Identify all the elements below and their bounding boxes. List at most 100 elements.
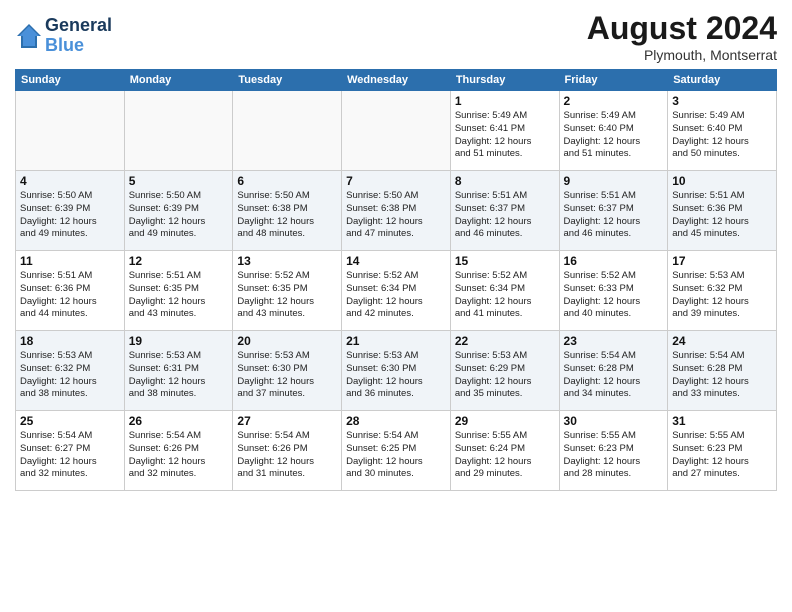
- day-number: 12: [129, 254, 229, 268]
- day-info: Sunrise: 5:52 AMSunset: 6:35 PMDaylight:…: [237, 270, 337, 321]
- calendar-cell: 22Sunrise: 5:53 AMSunset: 6:29 PMDayligh…: [450, 331, 559, 411]
- logo-line2: Blue: [45, 36, 112, 56]
- day-number: 27: [237, 414, 337, 428]
- day-info: Sunrise: 5:49 AMSunset: 6:40 PMDaylight:…: [672, 110, 772, 161]
- calendar-cell: 13 Sunrise: 5:52 AMSunset: 6:35 PMDayligh…: [233, 251, 342, 331]
- calendar-cell: [16, 91, 125, 171]
- day-number: 7: [346, 174, 446, 188]
- calendar-table: SundayMondayTuesdayWednesdayThursdayFrid…: [15, 69, 777, 491]
- calendar-cell: 8 Sunrise: 5:51 AMSunset: 6:37 PMDaylight…: [450, 171, 559, 251]
- day-number: 6: [237, 174, 337, 188]
- col-header-wednesday: Wednesday: [342, 70, 451, 91]
- day-number: 8: [455, 174, 555, 188]
- header: General Blue August 2024 Plymouth, Monts…: [15, 10, 777, 63]
- calendar-cell: 2 Sunrise: 5:49 AMSunset: 6:40 PMDaylight…: [559, 91, 668, 171]
- day-number: 24: [672, 334, 772, 348]
- location-subtitle: Plymouth, Montserrat: [587, 47, 777, 63]
- day-info: Sunrise: 5:54 AMSunset: 6:28 PMDaylight:…: [564, 350, 664, 401]
- calendar-cell: 28 Sunrise: 5:54 AMSunset: 6:25 PMDayligh…: [342, 411, 451, 491]
- day-info: Sunrise: 5:51 AMSunset: 6:37 PMDaylight:…: [564, 190, 664, 241]
- day-info: Sunrise: 5:53 AMSunset: 6:30 PMDaylight:…: [346, 350, 446, 401]
- calendar-cell: [342, 91, 451, 171]
- day-info: Sunrise: 5:55 AMSunset: 6:23 PMDaylight:…: [672, 430, 772, 481]
- calendar-cell: 20 Sunrise: 5:53 AMSunset: 6:30 PMDayligh…: [233, 331, 342, 411]
- calendar-cell: 18 Sunrise: 5:53 AMSunset: 6:32 PMDayligh…: [16, 331, 125, 411]
- calendar-cell: 23 Sunrise: 5:54 AMSunset: 6:28 PMDayligh…: [559, 331, 668, 411]
- col-header-saturday: Saturday: [668, 70, 777, 91]
- logo-line1: General: [45, 16, 112, 36]
- day-number: 13: [237, 254, 337, 268]
- day-number: 20: [237, 334, 337, 348]
- day-info: Sunrise: 5:52 AMSunset: 6:33 PMDaylight:…: [564, 270, 664, 321]
- calendar-cell: 30Sunrise: 5:55 AMSunset: 6:23 PMDayligh…: [559, 411, 668, 491]
- calendar-cell: [124, 91, 233, 171]
- day-info: Sunrise: 5:52 AMSunset: 6:34 PMDaylight:…: [346, 270, 446, 321]
- calendar-week-row: 18 Sunrise: 5:53 AMSunset: 6:32 PMDayligh…: [16, 331, 777, 411]
- day-info: Sunrise: 5:49 AMSunset: 6:40 PMDaylight:…: [564, 110, 664, 161]
- calendar-cell: 15 Sunrise: 5:52 AMSunset: 6:34 PMDayligh…: [450, 251, 559, 331]
- col-header-monday: Monday: [124, 70, 233, 91]
- day-info: Sunrise: 5:51 AMSunset: 6:36 PMDaylight:…: [672, 190, 772, 241]
- day-info: Sunrise: 5:53 AMSunset: 6:30 PMDaylight:…: [237, 350, 337, 401]
- calendar-cell: 21 Sunrise: 5:53 AMSunset: 6:30 PMDayligh…: [342, 331, 451, 411]
- calendar-cell: 6Sunrise: 5:50 AMSunset: 6:38 PMDaylight…: [233, 171, 342, 251]
- day-number: 26: [129, 414, 229, 428]
- day-info: Sunrise: 5:54 AMSunset: 6:26 PMDaylight:…: [129, 430, 229, 481]
- calendar-cell: 14 Sunrise: 5:52 AMSunset: 6:34 PMDayligh…: [342, 251, 451, 331]
- day-number: 17: [672, 254, 772, 268]
- day-number: 9: [564, 174, 664, 188]
- day-info: Sunrise: 5:55 AMSunset: 6:23 PMDaylight:…: [564, 430, 664, 481]
- day-info: Sunrise: 5:49 AMSunset: 6:41 PMDaylight:…: [455, 110, 555, 161]
- calendar-header-row: SundayMondayTuesdayWednesdayThursdayFrid…: [16, 70, 777, 91]
- calendar-cell: 5 Sunrise: 5:50 AMSunset: 6:39 PMDaylight…: [124, 171, 233, 251]
- day-number: 22: [455, 334, 555, 348]
- calendar-week-row: 11Sunrise: 5:51 AMSunset: 6:36 PMDayligh…: [16, 251, 777, 331]
- day-number: 31: [672, 414, 772, 428]
- day-info: Sunrise: 5:51 AMSunset: 6:37 PMDaylight:…: [455, 190, 555, 241]
- calendar-cell: 3Sunrise: 5:49 AMSunset: 6:40 PMDaylight…: [668, 91, 777, 171]
- day-number: 25: [20, 414, 120, 428]
- day-number: 16: [564, 254, 664, 268]
- day-number: 14: [346, 254, 446, 268]
- day-number: 28: [346, 414, 446, 428]
- calendar-cell: 9 Sunrise: 5:51 AMSunset: 6:37 PMDaylight…: [559, 171, 668, 251]
- day-info: Sunrise: 5:53 AMSunset: 6:32 PMDaylight:…: [672, 270, 772, 321]
- calendar-cell: 11Sunrise: 5:51 AMSunset: 6:36 PMDayligh…: [16, 251, 125, 331]
- day-info: Sunrise: 5:53 AMSunset: 6:31 PMDaylight:…: [129, 350, 229, 401]
- day-info: Sunrise: 5:53 AMSunset: 6:32 PMDaylight:…: [20, 350, 120, 401]
- logo-icon: [15, 22, 43, 50]
- day-info: Sunrise: 5:54 AMSunset: 6:25 PMDaylight:…: [346, 430, 446, 481]
- col-header-thursday: Thursday: [450, 70, 559, 91]
- day-number: 5: [129, 174, 229, 188]
- calendar-week-row: 25 Sunrise: 5:54 AMSunset: 6:27 PMDayligh…: [16, 411, 777, 491]
- day-number: 2: [564, 94, 664, 108]
- day-number: 4: [20, 174, 120, 188]
- calendar-cell: 24 Sunrise: 5:54 AMSunset: 6:28 PMDayligh…: [668, 331, 777, 411]
- day-number: 18: [20, 334, 120, 348]
- col-header-sunday: Sunday: [16, 70, 125, 91]
- day-info: Sunrise: 5:54 AMSunset: 6:27 PMDaylight:…: [20, 430, 120, 481]
- calendar-cell: 17 Sunrise: 5:53 AMSunset: 6:32 PMDayligh…: [668, 251, 777, 331]
- day-info: Sunrise: 5:52 AMSunset: 6:34 PMDaylight:…: [455, 270, 555, 321]
- day-info: Sunrise: 5:50 AMSunset: 6:38 PMDaylight:…: [346, 190, 446, 241]
- day-number: 21: [346, 334, 446, 348]
- day-info: Sunrise: 5:55 AMSunset: 6:24 PMDaylight:…: [455, 430, 555, 481]
- day-info: Sunrise: 5:50 AMSunset: 6:39 PMDaylight:…: [129, 190, 229, 241]
- day-number: 23: [564, 334, 664, 348]
- calendar-week-row: 1 Sunrise: 5:49 AMSunset: 6:41 PMDaylight…: [16, 91, 777, 171]
- calendar-cell: 10 Sunrise: 5:51 AMSunset: 6:36 PMDayligh…: [668, 171, 777, 251]
- col-header-friday: Friday: [559, 70, 668, 91]
- day-info: Sunrise: 5:50 AMSunset: 6:39 PMDaylight:…: [20, 190, 120, 241]
- calendar-cell: 4 Sunrise: 5:50 AMSunset: 6:39 PMDaylight…: [16, 171, 125, 251]
- day-number: 1: [455, 94, 555, 108]
- calendar-week-row: 4 Sunrise: 5:50 AMSunset: 6:39 PMDaylight…: [16, 171, 777, 251]
- title-block: August 2024 Plymouth, Montserrat: [587, 10, 777, 63]
- day-info: Sunrise: 5:51 AMSunset: 6:36 PMDaylight:…: [20, 270, 120, 321]
- calendar-cell: 25 Sunrise: 5:54 AMSunset: 6:27 PMDayligh…: [16, 411, 125, 491]
- day-info: Sunrise: 5:54 AMSunset: 6:28 PMDaylight:…: [672, 350, 772, 401]
- day-info: Sunrise: 5:54 AMSunset: 6:26 PMDaylight:…: [237, 430, 337, 481]
- logo: General Blue: [15, 16, 112, 56]
- day-number: 15: [455, 254, 555, 268]
- calendar-cell: 16 Sunrise: 5:52 AMSunset: 6:33 PMDayligh…: [559, 251, 668, 331]
- day-number: 10: [672, 174, 772, 188]
